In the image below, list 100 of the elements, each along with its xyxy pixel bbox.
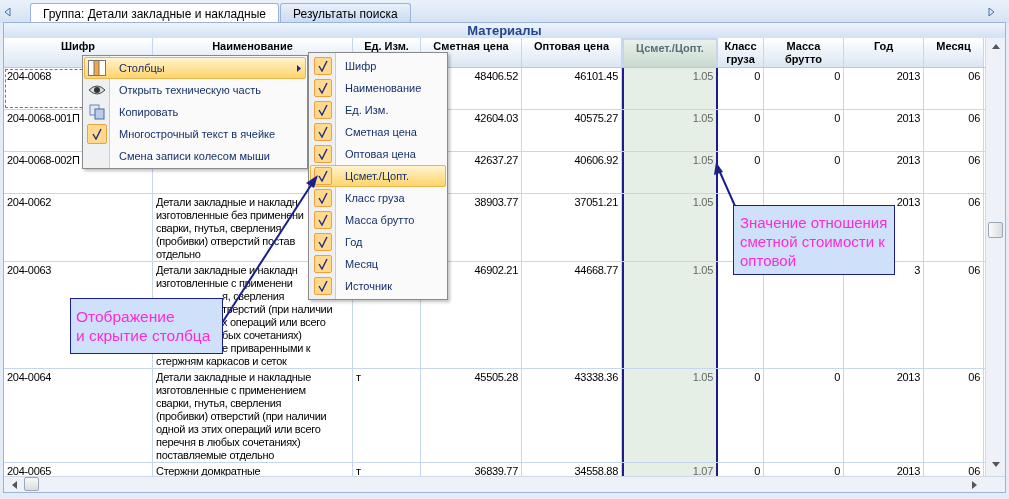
column-header[interactable]: Оптовая цена <box>522 38 622 67</box>
cell-text: сварки, гнутья, сверления <box>156 222 282 235</box>
menu-item[interactable]: Месяц <box>310 253 446 275</box>
callout: Отображение и скрытие столбца <box>70 298 223 354</box>
menu-item[interactable]: Сметная цена <box>310 121 446 143</box>
check-icon <box>317 214 329 226</box>
table-cell: 0 <box>754 371 760 383</box>
table-cell: 46101.45 <box>574 70 618 82</box>
cell-text: Детали закладные и накладные <box>156 371 312 384</box>
scroll-down-icon[interactable] <box>992 462 1000 467</box>
table-cell: 2013 <box>896 70 920 82</box>
scroll-thumb[interactable] <box>24 477 39 491</box>
vertical-scrollbar[interactable] <box>985 38 1005 476</box>
scroll-left-icon[interactable] <box>4 7 11 17</box>
table-cell: 2013 <box>896 371 920 383</box>
scroll-up-icon[interactable] <box>992 44 1000 49</box>
cell-text: сварки, гнутья, сверления <box>156 397 282 410</box>
table-cell: 0 <box>834 154 840 166</box>
table-cell: 45505.28 <box>474 371 518 383</box>
menu-item[interactable]: Многострочный текст в ячейке <box>84 123 306 145</box>
cell-text: одной из этих операций или всего <box>156 423 321 436</box>
table-cell: 204-0062 <box>7 196 52 208</box>
menu-item[interactable]: Открыть техническую часть <box>84 79 306 101</box>
table-cell: 2013 <box>896 112 920 124</box>
cell-text: изготовленные с применением <box>156 384 306 397</box>
column-header[interactable]: Цсмет./Цопт. <box>622 38 718 67</box>
cell-text: е приваренными к <box>222 342 311 355</box>
table-cell: 0 <box>754 154 760 166</box>
cell-text: (пробивки) отверстий (при наличии <box>156 410 327 423</box>
table-title: Материалы <box>4 23 1005 38</box>
cell-text: отдельно <box>156 248 201 261</box>
menu-item[interactable]: Источник <box>310 275 446 297</box>
table-cell: 06 <box>968 371 980 383</box>
scroll-right-icon[interactable] <box>988 7 995 17</box>
check-icon <box>317 236 329 248</box>
column-header[interactable]: Год <box>844 38 924 67</box>
column-header[interactable]: Класс груза <box>718 38 764 67</box>
table-cell: 2013 <box>896 154 920 166</box>
check-icon <box>317 60 329 72</box>
table-cell: 0 <box>754 465 760 476</box>
table-cell: 0 <box>754 112 760 124</box>
scroll-left-icon[interactable] <box>12 481 17 489</box>
cell-text: Детали закладные и накладн <box>156 196 298 209</box>
menu-item[interactable]: Год <box>310 231 446 253</box>
check-icon <box>317 104 329 116</box>
menu-item[interactable]: Наименование <box>310 77 446 99</box>
table-cell: 2013 <box>896 196 920 208</box>
check-icon <box>317 148 329 160</box>
table-cell: 204-0068-002П <box>7 154 80 166</box>
cell-text: стержням каркасов и сеток <box>156 355 287 368</box>
table-cell: 43338.36 <box>574 371 618 383</box>
table-cell: 0 <box>834 371 840 383</box>
table-cell: 06 <box>968 70 980 82</box>
table-cell: 46902.21 <box>474 264 518 276</box>
callout: Значение отношения сметной стоимости к оптовой <box>733 205 895 275</box>
column-header[interactable]: Месяц <box>924 38 984 67</box>
table-cell: 06 <box>968 112 980 124</box>
table-cell: 42637.27 <box>474 154 518 166</box>
menu-item[interactable]: Столбцы <box>84 57 306 79</box>
menu-item[interactable]: Масса брутто <box>310 209 446 231</box>
menu-item[interactable]: Копировать <box>84 101 306 123</box>
table-cell: 06 <box>968 465 980 476</box>
check-icon <box>317 280 329 292</box>
cell-text: поставляемые отдельно <box>156 449 275 462</box>
table-cell: 1.05 <box>692 264 713 276</box>
table-cell: 204-0068-001П <box>7 112 80 124</box>
copy-icon <box>89 104 105 120</box>
table-cell: 1.07 <box>692 465 713 476</box>
menu-item[interactable]: Оптовая цена <box>310 143 446 165</box>
tab[interactable]: Группа: Детали закладные и накладные <box>30 3 279 23</box>
menu-item[interactable]: Ед. Изм. <box>310 99 446 121</box>
table-cell: 0 <box>834 465 840 476</box>
menu-item[interactable]: Класс груза <box>310 187 446 209</box>
table-cell: 48406.52 <box>474 70 518 82</box>
tab[interactable]: Результаты поиска <box>280 3 411 23</box>
table-cell: 1.05 <box>692 371 713 383</box>
column-header[interactable]: Масса брутто <box>764 38 844 67</box>
scroll-thumb[interactable] <box>988 222 1003 238</box>
table-cell: 36839.77 <box>474 465 518 476</box>
cell-text: перечня в любых сочетаниях) <box>156 436 301 449</box>
table-cell: 40606.92 <box>574 154 618 166</box>
table-cell: т <box>356 371 361 383</box>
table-cell: т <box>356 465 361 476</box>
menu-item[interactable]: Смена записи колесом мыши <box>84 145 306 167</box>
table-cell: 06 <box>968 264 980 276</box>
table-cell: 3 <box>914 264 920 276</box>
columns-icon <box>88 60 106 76</box>
scroll-right-icon[interactable] <box>972 481 977 489</box>
check-icon <box>317 170 329 182</box>
table-cell: 34558.88 <box>574 465 618 476</box>
table-cell: 37051.21 <box>574 196 618 208</box>
table-cell: 204-0063 <box>7 264 52 276</box>
menu-item[interactable]: Цсмет./Цопт. <box>310 165 446 187</box>
table-cell: 0 <box>834 112 840 124</box>
table-cell: 0 <box>754 70 760 82</box>
table-cell: 2013 <box>896 465 920 476</box>
table-cell: 204-0064 <box>7 371 52 383</box>
table-cell: 1.05 <box>692 112 713 124</box>
check-icon <box>317 126 329 138</box>
horizontal-scrollbar[interactable] <box>4 476 1005 492</box>
